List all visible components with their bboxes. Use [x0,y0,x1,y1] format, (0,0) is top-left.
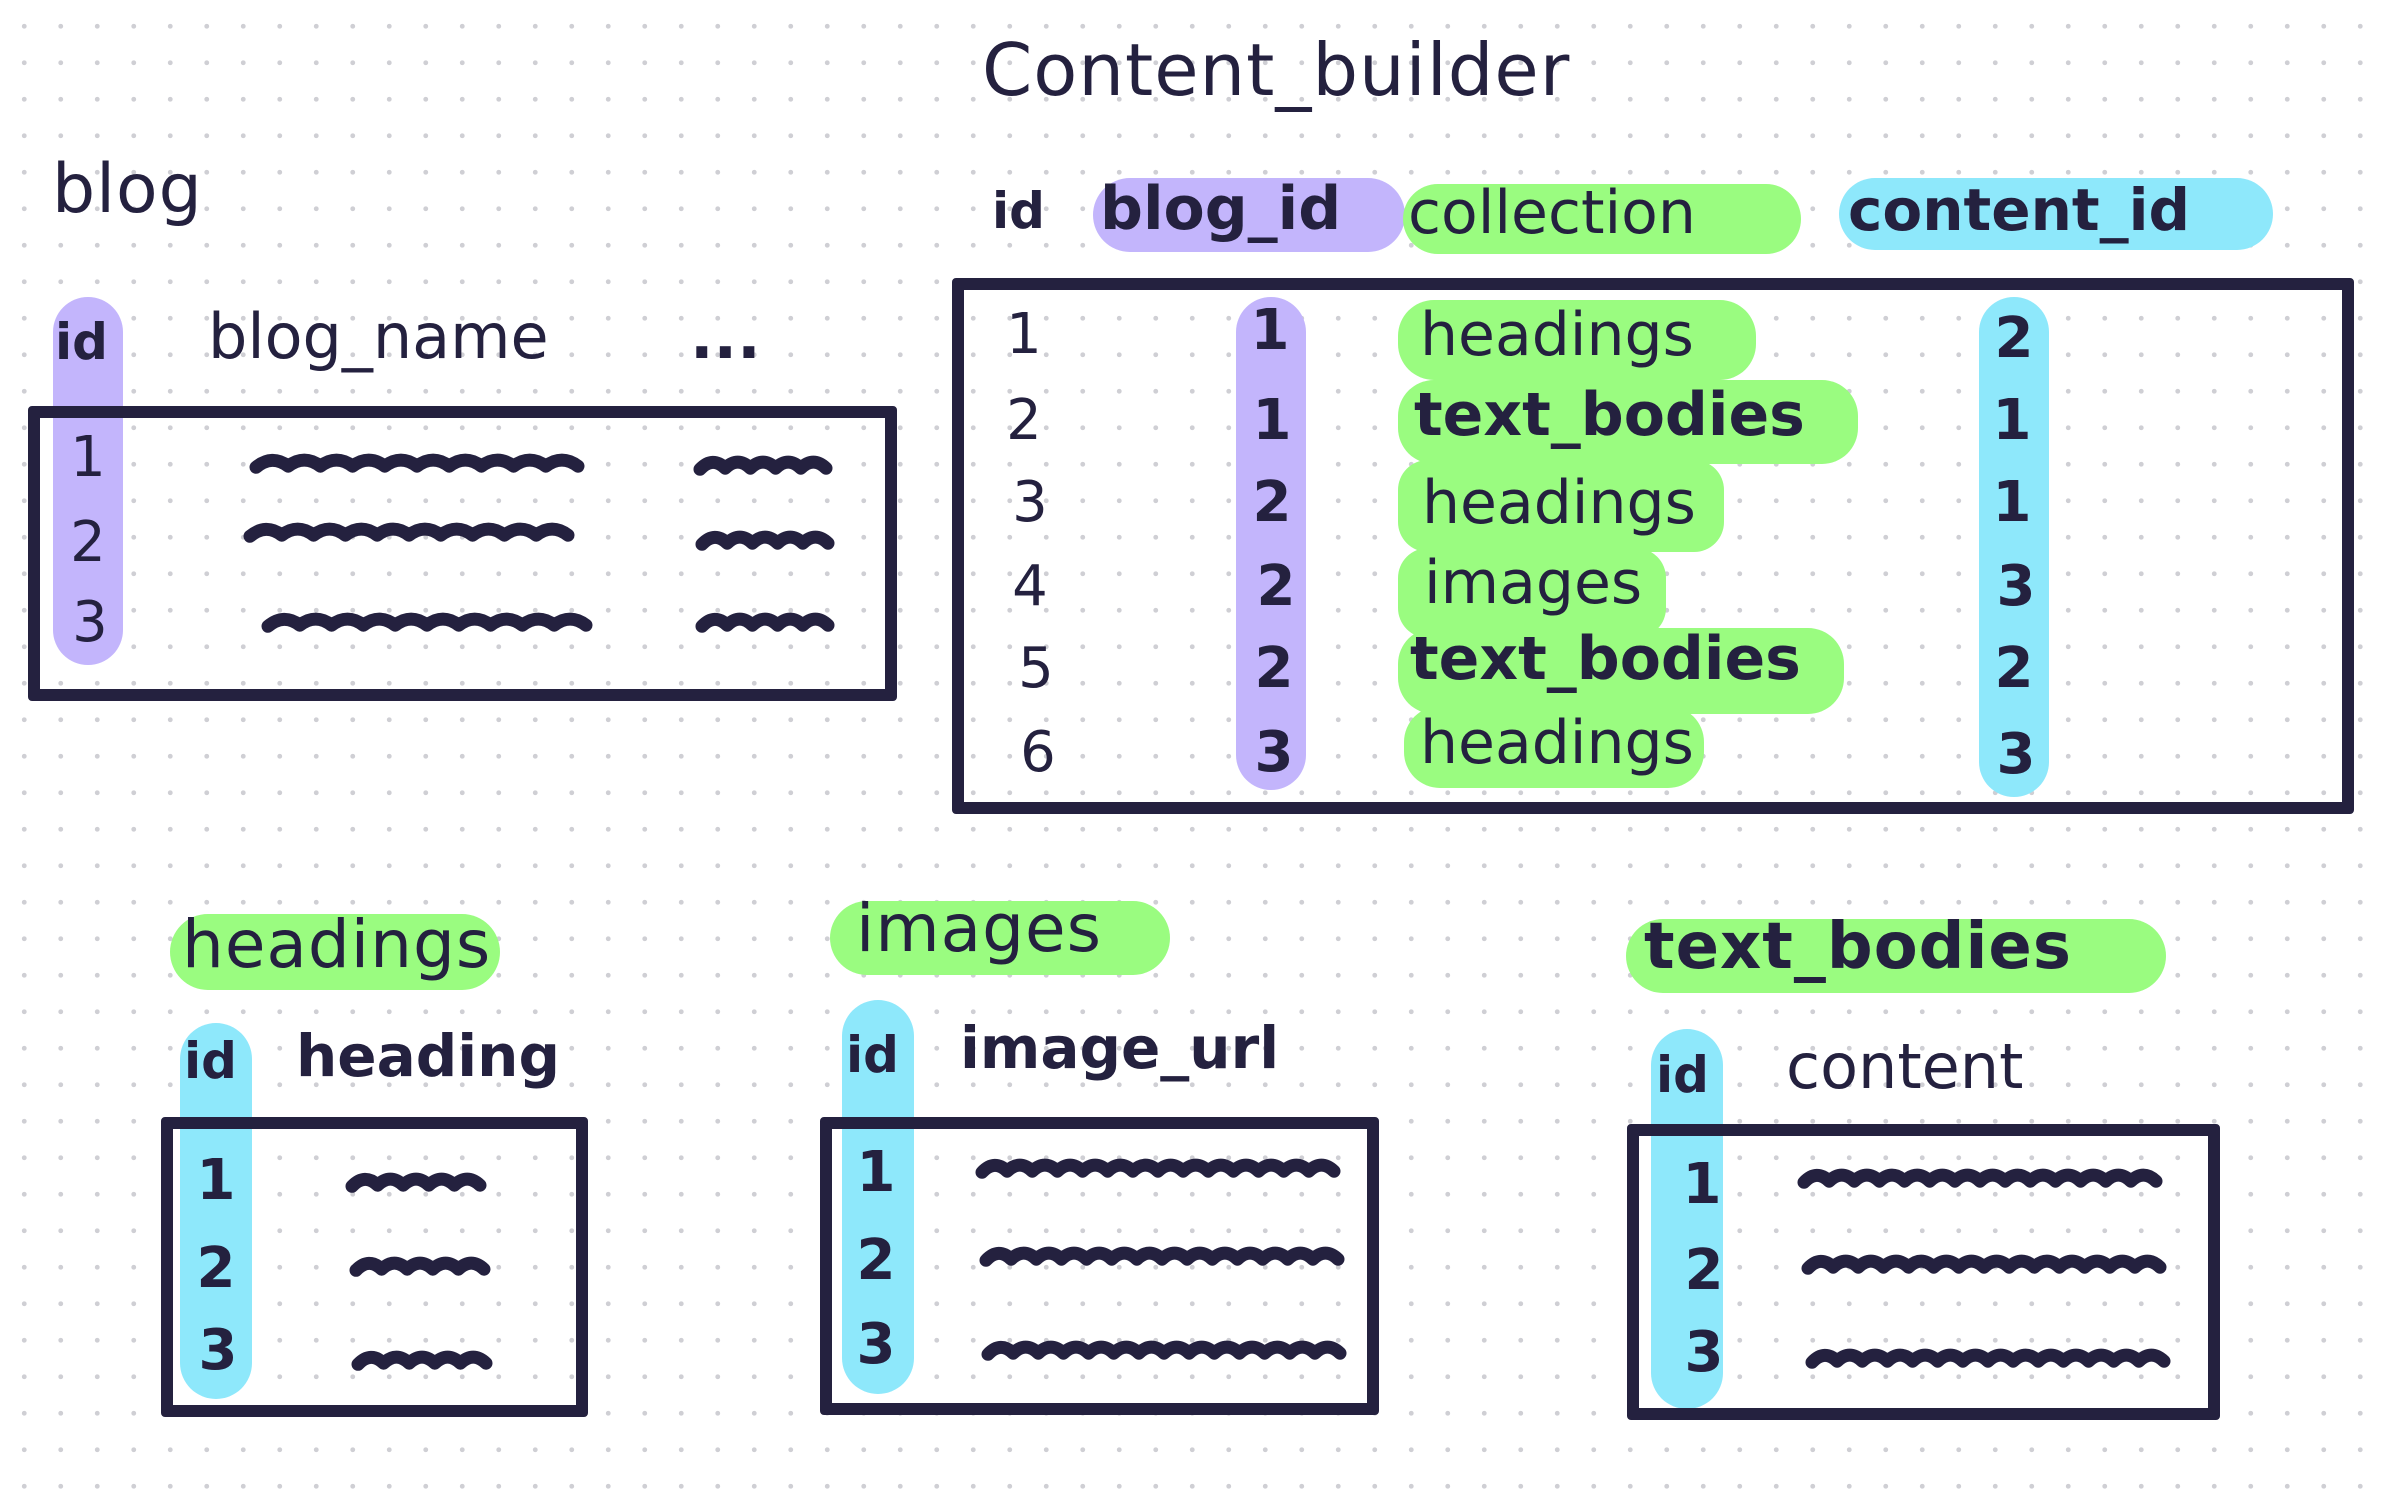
images-row-3-url-scribble [981,1340,1347,1362]
blog-row-2-id: 2 [70,510,106,575]
cb-row-1-blog-id: 1 [1250,298,1290,363]
cb-row-2-collection: text_bodies [1414,380,1805,450]
blog-col-blog-name-header: blog_name [208,300,549,373]
cb-row-5-collection: text_bodies [1410,624,1801,694]
blog-table-box [28,406,897,701]
blog-row-2-name-scribble [243,522,575,544]
images-col-id-header: id [846,1026,899,1084]
blog-row-1-id: 1 [70,425,106,490]
blog-col-more-header: ... [690,300,761,373]
cb-row-3-collection: headings [1422,468,1696,538]
cb-row-6-content-id: 3 [1996,722,2036,787]
cb-row-6-blog-id: 3 [1254,720,1294,785]
cb-row-2-id: 2 [1006,388,1042,453]
cb-row-3-id: 3 [1012,470,1048,535]
scribble-stroke [695,612,835,633]
scribble-stroke [1797,1168,2163,1189]
cb-row-6-id: 6 [1020,720,1056,785]
text-bodies-row-2-id: 2 [1684,1238,1724,1303]
scribble-stroke [1801,1254,2167,1275]
headings-col-heading-header: heading [296,1022,560,1090]
cb-row-1-collection: headings [1420,300,1694,370]
text-bodies-row-3-id: 3 [1684,1320,1724,1385]
headings-row-2-id: 2 [196,1236,236,1301]
scribble-stroke [979,1246,1345,1267]
blog-row-1-name-scribble [249,453,585,475]
blog-row-2-more-scribble [695,530,835,552]
blog-row-3-id: 3 [72,590,108,655]
cb-row-4-content-id: 3 [1996,554,2036,619]
cb-row-5-content-id: 2 [1994,636,2034,701]
content-builder-title: Content_builder [982,28,1571,112]
blog-row-1-more-scribble [693,455,833,477]
cb-col-collection-header: collection [1408,178,1696,248]
scribble-stroke [1805,1348,2171,1369]
text-bodies-row-1-id: 1 [1682,1152,1722,1217]
cb-row-1-id: 1 [1006,302,1042,367]
cb-row-5-id: 5 [1018,636,1054,701]
blog-col-id-header: id [55,313,108,371]
images-row-2-url-scribble [979,1246,1345,1268]
text-bodies-row-1-content-scribble [1797,1168,2163,1190]
scribble-stroke [243,522,575,543]
scribble-stroke [249,453,585,474]
cb-row-4-id: 4 [1012,554,1048,619]
cb-row-2-blog-id: 1 [1252,388,1292,453]
cb-row-6-collection: headings [1420,708,1694,778]
headings-row-3-heading-scribble [351,1350,493,1372]
text-bodies-col-id-header: id [1656,1046,1709,1104]
headings-row-1-id: 1 [196,1148,236,1213]
scribble-stroke [345,1172,487,1193]
scribble-stroke [695,530,835,551]
images-row-3-id: 3 [856,1312,896,1377]
headings-row-2-heading-scribble [349,1256,491,1278]
cb-row-1-content-id: 2 [1994,306,2034,371]
cb-col-content-id-header: content_id [1848,176,2190,244]
scribble-stroke [981,1340,1347,1361]
cb-col-blog-id-header: blog_id [1100,174,1342,244]
scribble-stroke [261,612,593,633]
text-bodies-col-content-header: content [1786,1030,2024,1103]
blog-row-3-name-scribble [261,612,593,634]
cb-row-3-blog-id: 2 [1252,470,1292,535]
cb-row-5-blog-id: 2 [1254,636,1294,701]
images-table-title: images [856,890,1102,967]
text-bodies-row-2-content-scribble [1801,1254,2167,1276]
headings-row-1-heading-scribble [345,1172,487,1194]
headings-row-3-id: 3 [198,1318,238,1383]
images-row-1-url-scribble [975,1158,1341,1180]
headings-col-id-header: id [184,1032,237,1090]
images-row-1-id: 1 [856,1140,896,1205]
blog-row-3-more-scribble [695,612,835,634]
scribble-stroke [693,455,833,476]
images-col-image-url-header: image_url [960,1014,1280,1082]
cb-row-3-content-id: 1 [1992,470,2032,535]
cb-row-4-collection: images [1424,548,1643,618]
text-bodies-table-title: text_bodies [1644,910,2072,984]
blog-table-title: blog [52,150,203,229]
scribble-stroke [975,1158,1341,1179]
images-row-2-id: 2 [856,1228,896,1293]
cb-row-4-blog-id: 2 [1256,554,1296,619]
scribble-stroke [349,1256,491,1277]
cb-row-2-content-id: 1 [1992,388,2032,453]
scribble-stroke [351,1350,493,1371]
text-bodies-row-3-content-scribble [1805,1348,2171,1370]
cb-col-id-header: id [992,182,1045,240]
headings-table-title: headings [182,906,492,983]
